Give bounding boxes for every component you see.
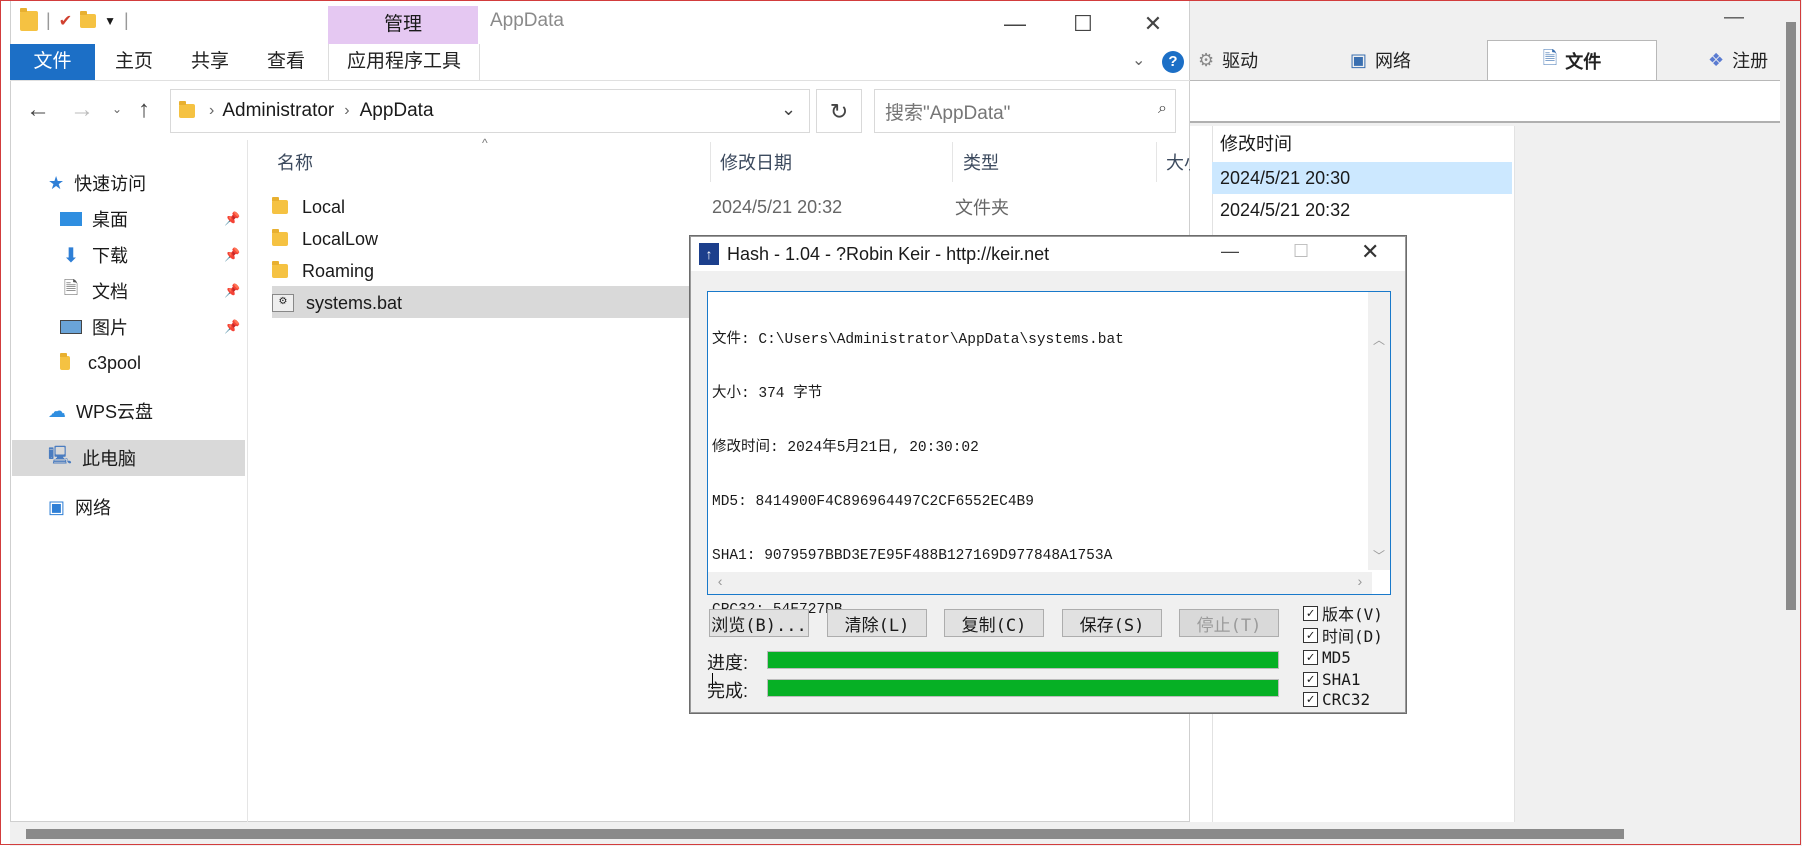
screen-frame <box>0 0 1801 845</box>
